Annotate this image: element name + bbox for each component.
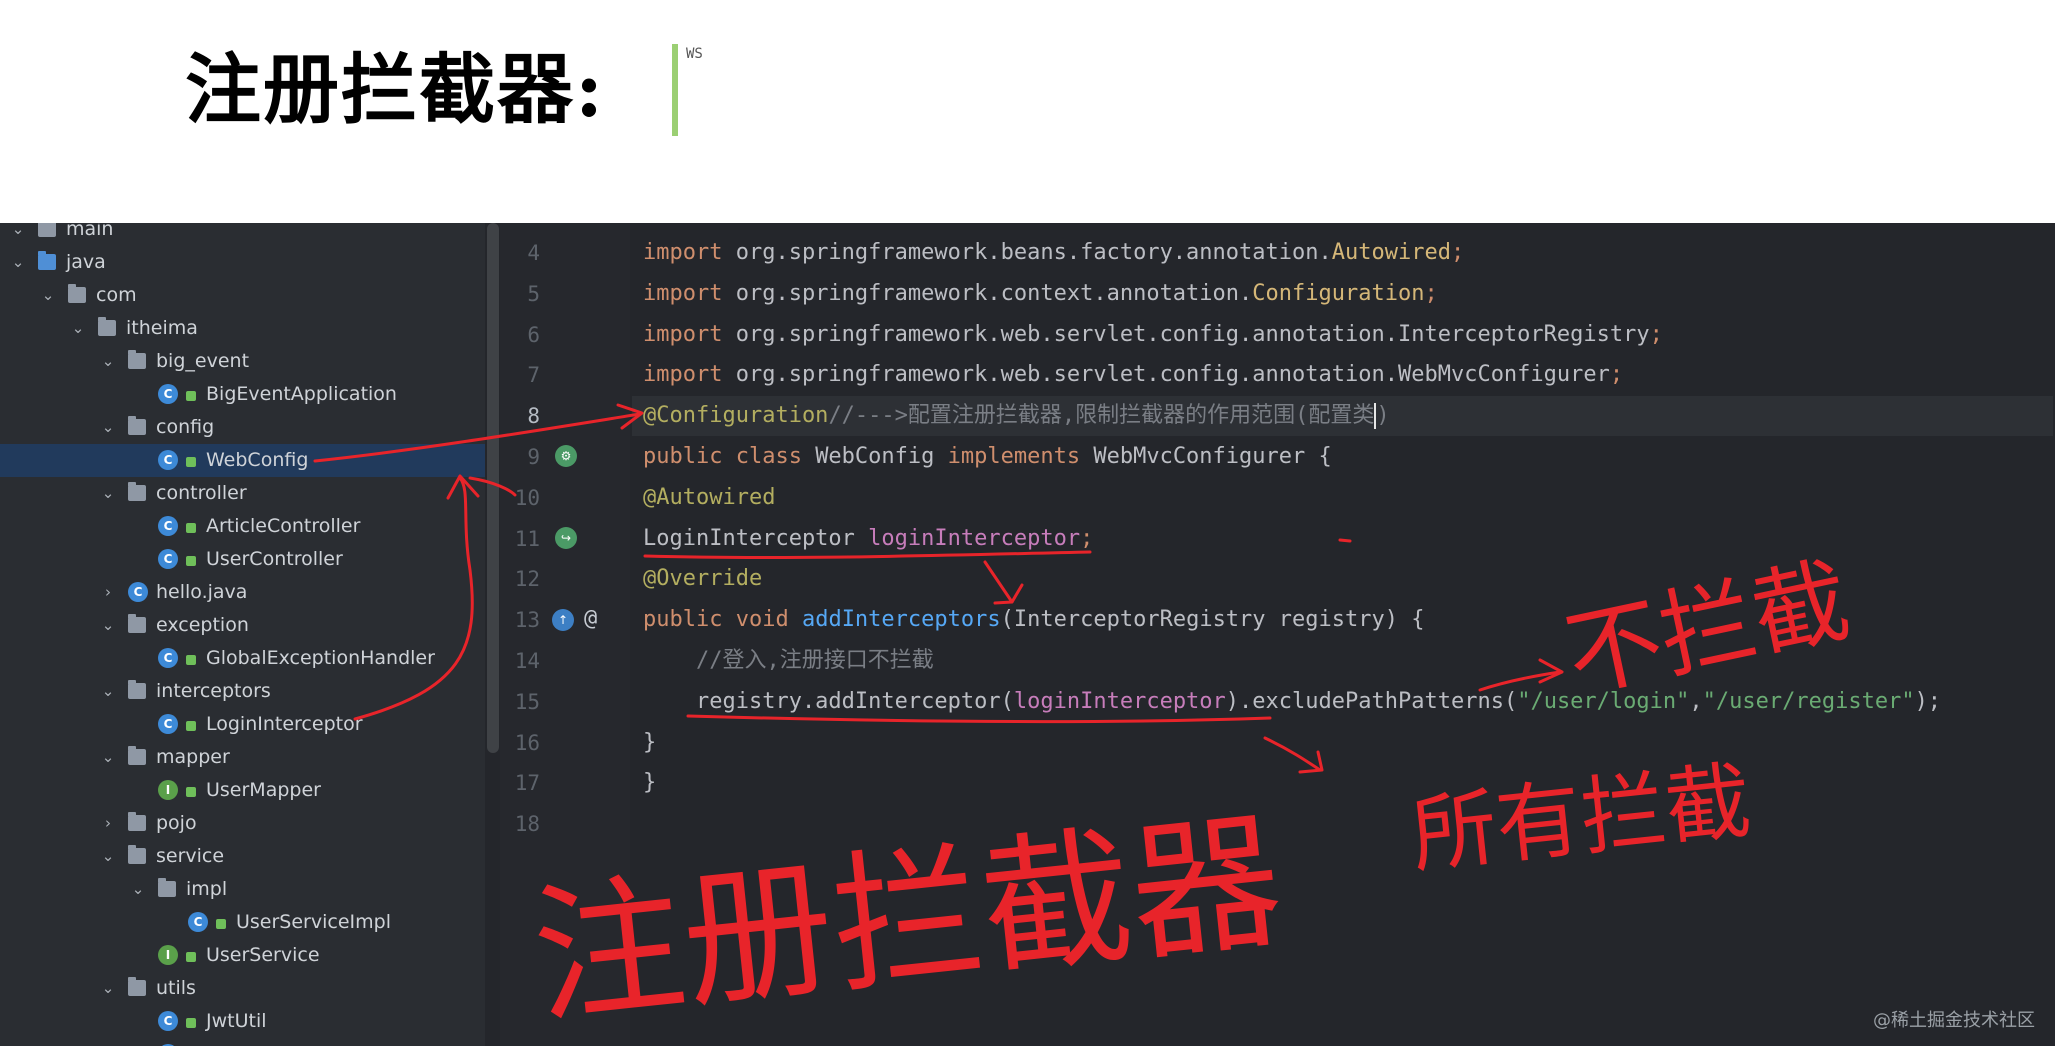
handwriting-register-interceptor: 注册拦截器 — [526, 794, 1290, 1045]
underline-registry — [686, 714, 1272, 724]
handwriting-all-intercept: 所有拦截 — [1407, 752, 1756, 886]
arrow-all-intercept — [1263, 736, 1322, 772]
arrow-not-intercept — [1478, 670, 1562, 692]
arrowhead-down-13 — [993, 583, 1024, 605]
arrowhead-all — [1298, 750, 1324, 774]
arrow-down-13 — [983, 560, 1014, 604]
handwriting-layer: 注册拦截器 不拦截 所有拦截 — [313, 403, 1859, 1046]
arrowhead-not — [1538, 658, 1564, 684]
watermark: @稀土掘金技术社区 — [1873, 1010, 2035, 1031]
underline-field — [643, 550, 1092, 559]
arrow-interceptor-up — [353, 476, 474, 721]
arrow-webconfig-to-config — [313, 412, 642, 463]
handwriting-no-intercept: 不拦截 — [1557, 546, 1859, 713]
